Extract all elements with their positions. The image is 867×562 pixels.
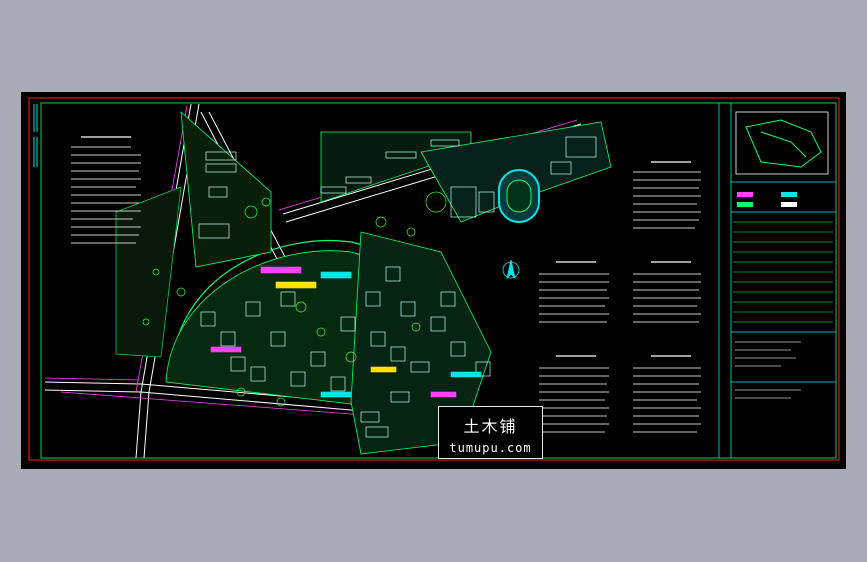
design-notes-table — [733, 221, 833, 323]
stats-table-mid-left — [539, 273, 609, 323]
location-map-icon — [735, 111, 829, 175]
left-margin-marks — [33, 104, 38, 167]
watermark-title: 土木铺 — [463, 417, 518, 436]
stats-table-mid-right — [633, 273, 701, 323]
stats-table-top-right — [633, 171, 701, 229]
watermark-box: 土木铺 tumupu.com — [438, 406, 543, 459]
residential-blocks — [115, 111, 612, 455]
watermark-url: tumupu.com — [449, 441, 532, 455]
stats-table-bottom-left — [539, 367, 609, 433]
cad-drawing-viewport[interactable]: 土木铺 tumupu.com — [21, 92, 846, 469]
notes-text-lines — [735, 341, 801, 399]
site-plan-drawing — [28, 97, 840, 461]
legend-swatches — [737, 192, 797, 207]
stats-table-bottom-right — [633, 367, 701, 433]
north-arrow-icon — [502, 259, 520, 280]
sports-field — [498, 169, 540, 223]
